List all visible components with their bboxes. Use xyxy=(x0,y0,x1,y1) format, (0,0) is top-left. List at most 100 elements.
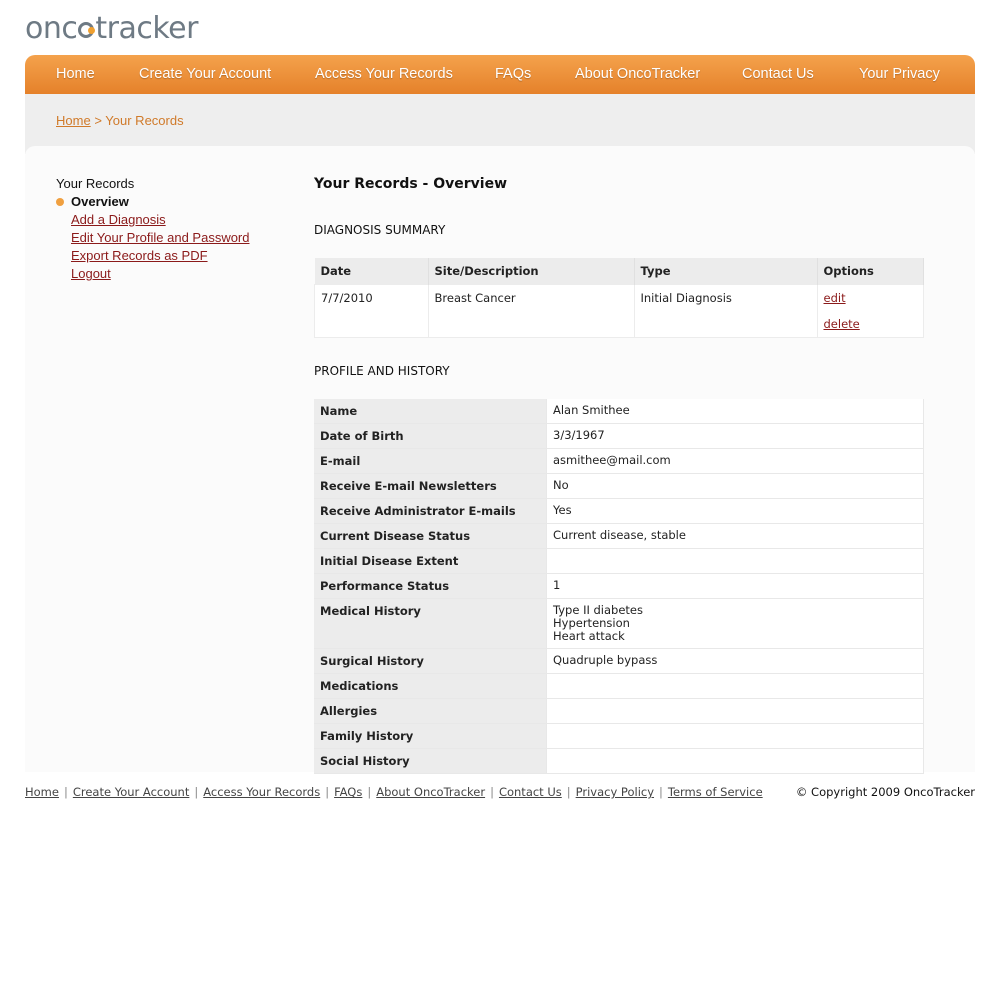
footer-link-terms[interactable]: Terms of Service xyxy=(668,785,763,799)
profile-field-value xyxy=(546,698,924,724)
profile-value-line: Alan Smithee xyxy=(553,403,630,417)
sidebar-title: Your Records xyxy=(56,176,135,191)
profile-field-value: Quadruple bypass xyxy=(546,648,924,674)
main-content: Your Records - Overview DIAGNOSIS SUMMAR… xyxy=(314,176,924,774)
diagnosis-summary-heading: DIAGNOSIS SUMMARY xyxy=(314,223,446,237)
breadcrumb-current: Your Records xyxy=(105,113,184,128)
footer-link-access-records[interactable]: Access Your Records xyxy=(203,785,320,799)
column-header-site: Site/Description xyxy=(428,258,635,285)
profile-value-line: Yes xyxy=(553,503,572,517)
delete-diagnosis-link[interactable]: delete xyxy=(824,317,918,331)
logo-text-onc: onc xyxy=(25,10,78,46)
table-row: Initial Disease Extent xyxy=(314,548,924,574)
table-row: 7/7/2010 Breast Cancer Initial Diagnosis… xyxy=(314,284,924,338)
footer-link-contact[interactable]: Contact Us xyxy=(499,785,562,799)
footer: Home | Create Your Account | Access Your Rec… xyxy=(25,785,975,799)
profile-field-label: Receive E-mail Newsletters xyxy=(314,473,547,499)
footer-link-about[interactable]: About OncoTracker xyxy=(376,785,485,799)
logo-text-tracker: tracker xyxy=(95,10,198,46)
table-row: Current Disease Status Current disease, s… xyxy=(314,523,924,549)
table-row: Name Alan Smithee xyxy=(314,399,924,424)
cell-type: Initial Diagnosis xyxy=(633,284,818,338)
sidebar-link-export-pdf[interactable]: Export Records as PDF xyxy=(71,248,208,263)
column-header-date: Date xyxy=(314,258,429,285)
diagnosis-header-row: Date Site/Description Type Options xyxy=(314,258,924,285)
sidebar: Your Records Overview Add a Diagnosis Ed… xyxy=(56,176,250,283)
table-row: Allergies xyxy=(314,698,924,724)
profile-field-value: Current disease, stable xyxy=(546,523,924,549)
nav-contact[interactable]: Contact Us xyxy=(742,66,814,82)
cell-site: Breast Cancer xyxy=(427,284,635,338)
profile-history-heading: PROFILE AND HISTORY xyxy=(314,364,450,378)
nav-create-account[interactable]: Create Your Account xyxy=(139,66,271,82)
column-header-options: Options xyxy=(817,258,924,285)
cell-date: 7/7/2010 xyxy=(314,284,429,338)
profile-field-value: 1 xyxy=(546,573,924,599)
oncotracker-logo[interactable]: onc tracker xyxy=(25,10,198,46)
logo-ring-icon xyxy=(78,22,96,38)
profile-value-line: 1 xyxy=(553,578,561,592)
table-row: Medications xyxy=(314,673,924,699)
breadcrumb-separator: > xyxy=(94,113,102,128)
nav-about[interactable]: About OncoTracker xyxy=(575,66,700,82)
profile-field-label: Social History xyxy=(314,748,547,774)
table-row: Medical History Type II diabetes Hypertens… xyxy=(314,598,924,649)
profile-field-value xyxy=(546,748,924,774)
profile-field-value: Alan Smithee xyxy=(546,399,924,424)
profile-field-value xyxy=(546,673,924,699)
profile-field-label: Medical History xyxy=(314,598,547,649)
profile-field-label: Allergies xyxy=(314,698,547,724)
nav-access-records[interactable]: Access Your Records xyxy=(315,66,453,82)
profile-field-label: Name xyxy=(314,399,547,424)
sidebar-link-add-diagnosis[interactable]: Add a Diagnosis xyxy=(71,212,166,227)
profile-field-value: No xyxy=(546,473,924,499)
profile-table: Name Alan Smithee Date of Birth 3/3/1967 E-m… xyxy=(314,399,924,774)
active-bullet-icon xyxy=(56,198,64,206)
profile-field-value: 3/3/1967 xyxy=(546,423,924,449)
page-title: Your Records - Overview xyxy=(314,176,508,192)
profile-value-line: No xyxy=(553,478,569,492)
edit-diagnosis-link[interactable]: edit xyxy=(824,291,918,305)
profile-field-label: Family History xyxy=(314,723,547,749)
breadcrumb-home-link[interactable]: Home xyxy=(56,113,91,128)
profile-field-label: Performance Status xyxy=(314,573,547,599)
profile-field-label: Date of Birth xyxy=(314,423,547,449)
profile-field-value: Type II diabetes Hypertension Heart attack xyxy=(546,598,924,649)
sidebar-link-edit-profile[interactable]: Edit Your Profile and Password xyxy=(71,230,250,245)
cell-options: edit delete xyxy=(816,284,924,338)
table-row: Date of Birth 3/3/1967 xyxy=(314,423,924,449)
sidebar-link-logout[interactable]: Logout xyxy=(71,266,111,281)
footer-link-faqs[interactable]: FAQs xyxy=(334,785,362,799)
copyright-text: © Copyright 2009 OncoTracker xyxy=(795,785,975,799)
profile-field-value xyxy=(546,723,924,749)
profile-field-value: Yes xyxy=(546,498,924,524)
breadcrumb: Home > Your Records xyxy=(56,113,184,128)
footer-link-home[interactable]: Home xyxy=(25,785,59,799)
profile-value-line: Current disease, stable xyxy=(553,528,686,542)
nav-privacy[interactable]: Your Privacy xyxy=(859,66,940,82)
sidebar-item-overview[interactable]: Overview xyxy=(56,193,250,211)
profile-field-label: Initial Disease Extent xyxy=(314,548,547,574)
profile-value-line: asmithee@mail.com xyxy=(553,453,671,467)
footer-link-privacy-policy[interactable]: Privacy Policy xyxy=(576,785,654,799)
profile-field-label: E-mail xyxy=(314,448,547,474)
profile-value-line: Quadruple bypass xyxy=(553,653,658,667)
profile-value-line: Heart attack xyxy=(553,629,625,643)
footer-link-create-account[interactable]: Create Your Account xyxy=(73,785,190,799)
profile-value-line: 3/3/1967 xyxy=(553,428,605,442)
table-row: E-mail asmithee@mail.com xyxy=(314,448,924,474)
profile-field-label: Surgical History xyxy=(314,648,547,674)
table-row: Receive E-mail Newsletters No xyxy=(314,473,924,499)
table-row: Receive Administrator E-mails Yes xyxy=(314,498,924,524)
main-nav: Home Create Your Account Access Your Rec… xyxy=(25,55,975,94)
table-row: Social History xyxy=(314,748,924,774)
nav-home[interactable]: Home xyxy=(56,66,95,82)
profile-field-value: asmithee@mail.com xyxy=(546,448,924,474)
sidebar-item-label: Overview xyxy=(71,194,129,209)
profile-field-value xyxy=(546,548,924,574)
diagnosis-table: Date Site/Description Type Options 7/7/2… xyxy=(314,258,924,338)
profile-field-label: Current Disease Status xyxy=(314,523,547,549)
profile-field-label: Medications xyxy=(314,673,547,699)
profile-field-label: Receive Administrator E-mails xyxy=(314,498,547,524)
nav-faqs[interactable]: FAQs xyxy=(495,66,531,82)
